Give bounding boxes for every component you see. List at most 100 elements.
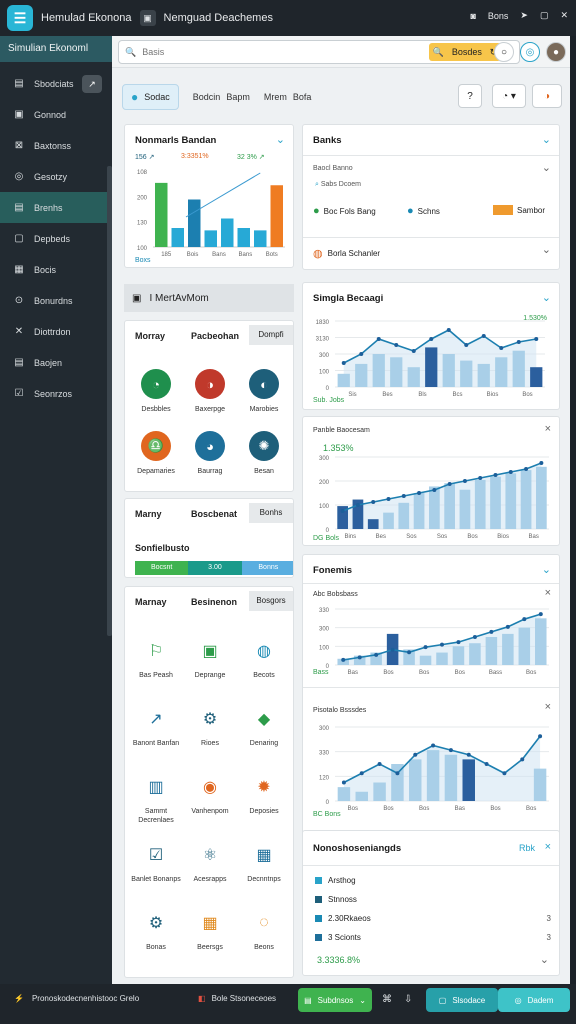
- sidebar-item[interactable]: ◎ Gesotzy: [0, 161, 112, 192]
- sidebar-item[interactable]: ⊙ Bonurdns: [0, 285, 112, 316]
- grid-item-label: Desbbles: [141, 406, 171, 413]
- sidebar-item[interactable]: ▢ Depbeds: [0, 223, 112, 254]
- search-button[interactable]: 🔍 Bosdes ↻: [429, 43, 501, 61]
- series-point: [493, 473, 498, 477]
- grid-item[interactable]: ◉ Vanhenpom: [183, 773, 237, 816]
- sidebar-item[interactable]: ▤ Sbodciats ↗: [0, 68, 112, 99]
- banks-option-1[interactable]: ● Boc Fols Bang: [313, 205, 376, 217]
- filter-chip[interactable]: ● Sodac: [122, 84, 179, 110]
- banks-option-2[interactable]: ● Schns: [407, 205, 440, 217]
- chevron-down-icon[interactable]: ⌄: [276, 133, 285, 146]
- chevron-down-icon[interactable]: ⌄: [540, 953, 549, 966]
- share-icon[interactable]: ⌘: [382, 994, 392, 1005]
- close-icon[interactable]: ×: [545, 423, 551, 435]
- status-text: Pronoskodecnenhistooc Grelo: [31, 994, 140, 1003]
- grid-item[interactable]: ◆ Denaring: [237, 705, 291, 748]
- sidebar-item[interactable]: ▤ Brenhs: [0, 192, 112, 223]
- grid-item-label: Deposies: [249, 808, 279, 815]
- series-point: [446, 328, 451, 332]
- settings-icon[interactable]: ◎: [520, 42, 540, 62]
- banks-option-3[interactable]: Sambor: [493, 205, 545, 215]
- grid-item-label: Banlet Bonanps: [131, 876, 181, 883]
- chevron-down-icon[interactable]: ⌄: [542, 161, 551, 174]
- sidebar-item-label: Baojen: [34, 357, 63, 368]
- bookmark-icon[interactable]: ▣: [139, 10, 156, 26]
- grid-item[interactable]: ↗ Banont Banfan: [129, 705, 183, 748]
- grid-item[interactable]: ✹ Deposies: [237, 773, 291, 816]
- grid-item[interactable]: ☑ Banlet Bonanps: [129, 841, 183, 884]
- teal-button-1[interactable]: ▢ Slsodace: [426, 988, 498, 1012]
- grid-item-label: Acesrapps: [193, 876, 227, 883]
- close-icon[interactable]: ✕: [560, 10, 568, 21]
- simple-chart-legend: Sub. Jobs: [313, 397, 345, 404]
- user-icon[interactable]: ◙: [470, 11, 475, 21]
- notes-row[interactable]: 2.30Rkaeos 3: [315, 909, 551, 927]
- close-icon[interactable]: ×: [545, 587, 551, 599]
- app-icon: ⚙: [148, 915, 164, 932]
- export-button[interactable]: ◑: [532, 84, 562, 108]
- green-action-button[interactable]: ▤ Subdnsos ⌄: [298, 988, 372, 1012]
- tab-1[interactable]: Bodcin: [193, 92, 221, 102]
- grid-item[interactable]: ⚛ Acesrapps: [183, 841, 237, 884]
- icons-2-button[interactable]: Bosgors: [249, 591, 293, 611]
- close-icon[interactable]: ×: [545, 841, 551, 853]
- grid-item[interactable]: ▥ Sammt Decrenlaes: [129, 773, 183, 825]
- avatar[interactable]: ●: [546, 42, 566, 62]
- section-title: I MertAvMom: [149, 292, 209, 304]
- banks-sub-2-wrap: ⌕ Sabs Dcoem: [315, 181, 361, 189]
- tab-3[interactable]: Mrem: [264, 92, 287, 102]
- grid-item[interactable]: ◐ Marobies: [237, 369, 291, 414]
- user-label: Bons: [487, 10, 509, 21]
- grid-item[interactable]: ⚙ Bonas: [129, 909, 183, 952]
- sidebar-item[interactable]: ▣ Gonnod: [0, 99, 112, 130]
- summary-button[interactable]: Bonhs: [249, 503, 293, 523]
- icons-1-button[interactable]: Dompfi: [249, 325, 293, 345]
- app-icon: ⚛: [202, 847, 218, 864]
- app-icon: ◐: [249, 369, 279, 399]
- y-tick-label: 300: [319, 627, 330, 633]
- sidebar-item[interactable]: ☑ Seonrzos: [0, 378, 112, 409]
- close-icon[interactable]: ×: [545, 701, 551, 713]
- tab-4[interactable]: Bofa: [293, 92, 312, 102]
- teal-button-2[interactable]: ◎ Dadem: [498, 988, 570, 1012]
- maximize-icon[interactable]: ▢: [540, 10, 549, 21]
- grid-item[interactable]: ⚐ Bas Peash: [129, 637, 183, 680]
- tab-2[interactable]: Bapm: [226, 92, 250, 102]
- grid-item[interactable]: ▦ Beersgs: [183, 909, 237, 952]
- x-tick-label: Bass: [489, 670, 502, 676]
- chart-icon: ▤: [304, 995, 312, 1005]
- bar: [372, 354, 385, 387]
- banks-footer[interactable]: ◍ Borla Schanler: [313, 247, 380, 260]
- notify-button[interactable]: ◔ ▾: [492, 84, 526, 108]
- grid-item[interactable]: ◑ Baxerpge: [183, 369, 237, 414]
- app-logo-icon: ☰: [7, 5, 33, 31]
- chevron-down-icon[interactable]: ⌄: [542, 563, 551, 576]
- notes-row[interactable]: 3 Scionts 3: [315, 928, 551, 946]
- chevron-down-icon[interactable]: ⌄: [542, 291, 551, 304]
- sidebar-badge[interactable]: ↗: [82, 75, 102, 93]
- grid-item[interactable]: ◔ Desbbles: [129, 369, 183, 414]
- clear-icon[interactable]: ○: [494, 42, 514, 62]
- toolbar: ● Sodac Bodcin Bapm Mrem Bofa ? ◔ ▾ ◑: [122, 82, 562, 112]
- sidebar-item[interactable]: ▦ Bocis: [0, 254, 112, 285]
- notes-row[interactable]: Stnnoss: [315, 890, 551, 908]
- grid-item[interactable]: ✺ Besan: [237, 431, 291, 476]
- app-icon: ✹: [257, 779, 271, 796]
- send-icon[interactable]: ➤: [520, 10, 528, 21]
- grid-item[interactable]: ♎ Depamaries: [129, 431, 183, 476]
- notes-row[interactable]: Arsthog: [315, 871, 551, 889]
- sidebar-item[interactable]: ⊠ Baxtonss: [0, 130, 112, 161]
- download-icon[interactable]: ⇩: [404, 994, 412, 1005]
- help-button[interactable]: ?: [458, 84, 482, 108]
- grid-item[interactable]: ▣ Deprange: [183, 637, 237, 680]
- grid-item[interactable]: ◍ Becots: [237, 637, 291, 680]
- grid-item[interactable]: ◌ Beons: [237, 909, 291, 952]
- search-input[interactable]: [142, 47, 423, 57]
- sidebar-item[interactable]: ✕ Diottrdon: [0, 316, 112, 347]
- grid-item[interactable]: ▦ Decnntnps: [237, 841, 291, 884]
- sidebar-item[interactable]: ▤ Baojen: [0, 347, 112, 378]
- grid-item[interactable]: ⚙ Rioes: [183, 705, 237, 748]
- chevron-down-icon[interactable]: ⌄: [542, 243, 551, 256]
- chevron-down-icon[interactable]: ⌄: [542, 133, 551, 146]
- grid-item[interactable]: ◕ Baurrag: [183, 431, 237, 476]
